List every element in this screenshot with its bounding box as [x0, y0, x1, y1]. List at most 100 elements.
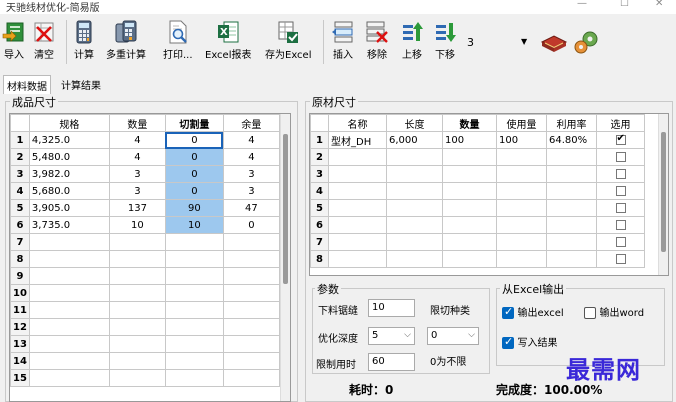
- cell-raw-qty[interactable]: [442, 233, 497, 251]
- scrollbar-thumb[interactable]: [661, 132, 666, 252]
- excel-report-button[interactable]: X Excel报表: [205, 20, 252, 61]
- tab-material-data[interactable]: 材料数据: [3, 75, 51, 94]
- print-button[interactable]: 打印...: [163, 20, 193, 61]
- cell-rem[interactable]: [222, 267, 280, 285]
- cell-length[interactable]: [386, 233, 443, 251]
- table-row[interactable]: 2 5,480.0 4 0 4: [10, 148, 280, 166]
- table-row[interactable]: 10: [10, 284, 280, 302]
- cell-cut[interactable]: [164, 301, 224, 319]
- cell-qty[interactable]: [108, 250, 166, 268]
- row-header[interactable]: 4: [10, 182, 30, 200]
- row-header[interactable]: 14: [10, 352, 30, 370]
- row-header[interactable]: 9: [10, 267, 30, 285]
- cell-rem[interactable]: [222, 233, 280, 251]
- product-grid-scrollbar[interactable]: [280, 114, 290, 401]
- cell-cut[interactable]: [164, 335, 224, 353]
- cell-cut[interactable]: [164, 233, 224, 251]
- cell-raw-qty[interactable]: [442, 199, 497, 217]
- cell-spec[interactable]: [28, 301, 110, 319]
- table-row[interactable]: 14: [10, 352, 280, 370]
- row-header[interactable]: 4: [310, 182, 329, 200]
- cell-rem[interactable]: [222, 335, 280, 353]
- header-rem[interactable]: 余量: [222, 114, 280, 132]
- out-excel-check[interactable]: [502, 305, 514, 319]
- tools-icon[interactable]: [572, 28, 600, 56]
- table-row[interactable]: 3 3,982.0 3 0 3: [10, 165, 280, 183]
- table-row[interactable]: 2: [310, 148, 645, 166]
- cell-qty[interactable]: [108, 318, 166, 336]
- header-cut[interactable]: 切割量: [164, 114, 224, 132]
- cell-used[interactable]: 100: [496, 131, 547, 149]
- row-header[interactable]: 15: [10, 369, 30, 387]
- table-row[interactable]: 8: [10, 250, 280, 268]
- cell-qty[interactable]: 3: [108, 165, 166, 183]
- table-row[interactable]: 4: [310, 182, 645, 200]
- row-header[interactable]: 7: [310, 233, 329, 251]
- cell-qty[interactable]: [108, 352, 166, 370]
- cell-select[interactable]: [596, 233, 645, 251]
- cell-name[interactable]: [328, 199, 387, 217]
- row-header[interactable]: 2: [310, 148, 329, 166]
- row-header[interactable]: 1: [10, 131, 30, 149]
- table-row[interactable]: 8: [310, 250, 645, 268]
- cell-qty[interactable]: 4: [108, 131, 166, 149]
- row-header[interactable]: 1: [310, 131, 329, 149]
- select-checkbox[interactable]: [615, 202, 626, 213]
- cell-used[interactable]: [496, 233, 547, 251]
- row-header[interactable]: 3: [310, 165, 329, 183]
- cell-used[interactable]: [496, 216, 547, 234]
- save-excel-button[interactable]: 存为Excel: [265, 20, 312, 61]
- move-down-button[interactable]: 下移: [433, 20, 457, 61]
- write-result-checkbox[interactable]: 写入结果: [502, 334, 558, 349]
- cell-rem[interactable]: 4: [222, 148, 280, 166]
- cell-qty[interactable]: 137: [108, 199, 166, 217]
- cell-cut[interactable]: 90: [164, 199, 224, 217]
- minimize-button[interactable]: —: [577, 0, 587, 9]
- cell-rate[interactable]: [546, 182, 597, 200]
- cell-rem[interactable]: 4: [222, 131, 280, 149]
- row-header[interactable]: 13: [10, 335, 30, 353]
- select-checkbox[interactable]: [615, 168, 626, 179]
- cell-spec[interactable]: 3,905.0: [28, 199, 110, 217]
- cell-spec[interactable]: [28, 318, 110, 336]
- row-header[interactable]: 2: [10, 148, 30, 166]
- cell-raw-qty[interactable]: [442, 165, 497, 183]
- cell-length[interactable]: [386, 182, 443, 200]
- table-row[interactable]: 7: [10, 233, 280, 251]
- cell-qty[interactable]: [108, 369, 166, 387]
- cell-rem[interactable]: [222, 301, 280, 319]
- cell-qty[interactable]: 10: [108, 216, 166, 234]
- cell-used[interactable]: [496, 199, 547, 217]
- cell-used[interactable]: [496, 182, 547, 200]
- level-combo[interactable]: 3 ▼: [465, 34, 533, 54]
- table-row[interactable]: 6 3,735.0 10 10 0: [10, 216, 280, 234]
- write-result-check[interactable]: [502, 335, 514, 349]
- cell-spec[interactable]: [28, 267, 110, 285]
- cell-rate[interactable]: [546, 165, 597, 183]
- header-used[interactable]: 使用量: [496, 114, 547, 132]
- clear-button[interactable]: 清空: [32, 20, 56, 61]
- cell-cut[interactable]: 10: [164, 216, 224, 234]
- row-header[interactable]: 7: [10, 233, 30, 251]
- cell-rate[interactable]: [546, 250, 597, 268]
- cell-select[interactable]: [596, 199, 645, 217]
- row-header[interactable]: 3: [10, 165, 30, 183]
- table-row[interactable]: 1 型材_DH 6,000 100 100 64.80%: [310, 131, 645, 149]
- cell-rem[interactable]: 3: [222, 182, 280, 200]
- table-row[interactable]: 3: [310, 165, 645, 183]
- cell-used[interactable]: [496, 148, 547, 166]
- raw-grid-scrollbar[interactable]: [658, 114, 668, 275]
- table-row[interactable]: 11: [10, 301, 280, 319]
- close-window-button[interactable]: ✕: [655, 0, 663, 9]
- cell-qty[interactable]: [108, 233, 166, 251]
- row-header[interactable]: 8: [310, 250, 329, 268]
- cell-spec[interactable]: 5,680.0: [28, 182, 110, 200]
- table-row[interactable]: 6: [310, 216, 645, 234]
- cell-cut[interactable]: 0: [164, 131, 224, 149]
- cell-cut[interactable]: 0: [164, 182, 224, 200]
- multi-calculate-button[interactable]: 多重计算: [106, 20, 146, 61]
- calculate-button[interactable]: 计算: [72, 20, 96, 61]
- out-word-check[interactable]: [584, 307, 596, 319]
- row-header[interactable]: 8: [10, 250, 30, 268]
- header-name[interactable]: 名称: [328, 114, 387, 132]
